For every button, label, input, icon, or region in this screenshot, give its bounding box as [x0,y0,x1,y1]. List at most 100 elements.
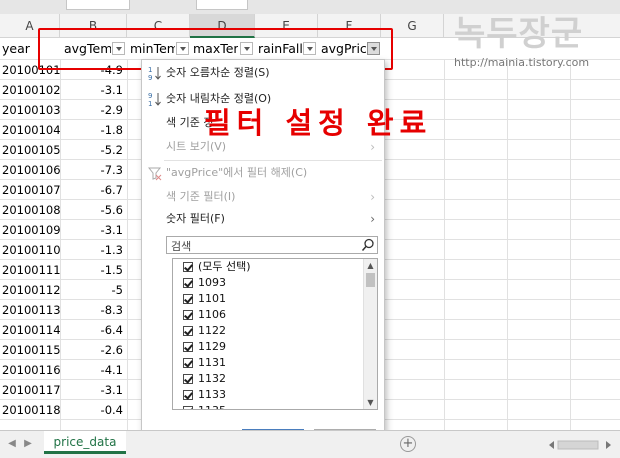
list-item-label: 1122 [198,324,226,337]
value-cell[interactable]: -5.6 [70,200,123,220]
year-cell[interactable]: 20100116 [2,360,66,380]
value-cell[interactable]: -3.1 [70,220,123,240]
horizontal-scrollbar[interactable] [548,438,618,452]
top-tab [66,0,130,10]
list-item-label: 1133 [198,388,226,401]
value-cell[interactable]: -5 [70,280,123,300]
checkbox-checked[interactable] [183,310,193,320]
year-cell[interactable]: 20100108 [2,200,66,220]
menu-item-sort-ascending[interactable]: 19 숫자 오름차순 정렬(S) [142,62,384,84]
menu-label: 숫자 오름차순 정렬(S) [166,66,270,79]
chevron-right-icon: › [370,212,375,226]
list-scrollbar[interactable]: ▲ ▼ [363,259,377,409]
filter-value-list: (모두 선택) 1093 1101 1106 1122 1129 1131 11… [172,258,378,410]
year-cell[interactable]: 20100114 [2,320,66,340]
header-year[interactable]: year [2,38,42,60]
checkbox-checked[interactable] [183,294,193,304]
sheet-tab-bar: ◀ ▶ price_data + [0,430,620,458]
year-cell[interactable]: 20100102 [2,80,66,100]
value-cell[interactable]: -1.5 [70,260,123,280]
value-cell[interactable]: -2.6 [70,340,123,360]
year-cell[interactable]: 20100105 [2,140,66,160]
value-cell[interactable]: -4.1 [70,360,123,380]
year-cell[interactable]: 20100109 [2,220,66,240]
value-cell[interactable]: -1.3 [70,240,123,260]
list-item[interactable]: 1129 [173,339,363,355]
chevron-right-icon[interactable]: ▶ [22,437,34,451]
value-cell[interactable]: -7.3 [70,160,123,180]
year-cell[interactable]: 20100112 [2,280,66,300]
value-cell[interactable]: -6.7 [70,180,123,200]
menu-label: 숫자 필터(F) [166,212,225,225]
sort-descending-icon: 91 [148,91,162,108]
list-item[interactable]: 1101 [173,291,363,307]
list-item-label: 1132 [198,372,226,385]
value-cell[interactable]: -3.1 [70,380,123,400]
list-item-label: 1106 [198,308,226,321]
watermark-title: 녹두장군 [454,14,584,54]
year-cell[interactable]: 20100106 [2,160,66,180]
checkbox-checked[interactable] [183,278,193,288]
watermark-url: http://mainia.tistory.com [454,56,590,69]
list-item-label: 1135 [198,403,226,409]
value-cell[interactable]: -5.2 [70,140,123,160]
list-item-label: 1131 [198,356,226,369]
list-item[interactable]: 1135 [173,403,363,409]
value-cell[interactable]: -6.4 [70,320,123,340]
annotation-text: 필터 설정 완료 [204,106,433,140]
list-item-label: 1093 [198,276,226,289]
svg-text:1: 1 [148,66,152,74]
value-cell[interactable]: -0.4 [70,400,123,420]
checkbox-checked[interactable] [183,390,193,400]
chevron-left-icon[interactable]: ◀ [6,437,18,451]
watermark: 녹두장군 http://mainia.tistory.com [448,2,618,72]
checkbox-checked[interactable] [183,374,193,384]
list-item[interactable]: 1122 [173,323,363,339]
year-cell[interactable]: 20100104 [2,120,66,140]
menu-separator [164,160,382,161]
value-cell[interactable]: -3.1 [70,80,123,100]
menu-label: "avgPrice"에서 필터 해제(C) [166,166,308,179]
year-cell[interactable]: 20100115 [2,340,66,360]
menu-item-filter-by-color[interactable]: 색 기준 필터(I) › [142,186,384,208]
list-item[interactable]: 1133 [173,387,363,403]
chevron-right-icon: › [370,190,375,204]
search-placeholder: 검색 [171,240,192,253]
year-cell[interactable]: 20100113 [2,300,66,320]
year-cell[interactable]: 20100107 [2,180,66,200]
checkbox-checked[interactable] [183,342,193,352]
year-cell[interactable]: 20100110 [2,240,66,260]
value-cell[interactable]: -8.3 [70,300,123,320]
checkbox-checked[interactable] [183,262,193,272]
menu-item-number-filters[interactable]: 숫자 필터(F) › [142,208,384,230]
clear-filter-icon [147,165,162,181]
search-icon [361,238,375,252]
year-cell[interactable]: 20100111 [2,260,66,280]
sheet-tab-price-data[interactable]: price_data [44,431,126,454]
sort-ascending-icon: 19 [148,65,162,82]
list-item[interactable]: 1132 [173,371,363,387]
list-item[interactable]: 1093 [173,275,363,291]
top-tab [196,0,248,10]
checkbox-checked[interactable] [183,406,193,409]
list-item-label: 1129 [198,340,226,353]
list-item-label: (모두 선택) [198,260,251,273]
checkbox-checked[interactable] [183,326,193,336]
menu-item-clear-filter[interactable]: "avgPrice"에서 필터 해제(C) [142,162,384,184]
scroll-thumb[interactable] [366,273,375,287]
list-item[interactable]: 1131 [173,355,363,371]
value-cell[interactable]: -2.9 [70,100,123,120]
list-item-select-all[interactable]: (모두 선택) [173,259,363,275]
search-input[interactable]: 검색 [166,236,378,254]
value-cell[interactable]: -1.8 [70,120,123,140]
scroll-down-icon[interactable]: ▼ [366,398,375,407]
list-item[interactable]: 1106 [173,307,363,323]
year-cell[interactable]: 20100117 [2,380,66,400]
checkbox-checked[interactable] [183,358,193,368]
year-cell[interactable]: 20100103 [2,100,66,120]
svg-text:9: 9 [148,92,152,100]
menu-label: 색 기준 필터(I) [166,190,236,203]
year-cell[interactable]: 20100118 [2,400,66,420]
add-sheet-icon[interactable]: + [400,436,416,452]
scroll-up-icon[interactable]: ▲ [366,261,375,270]
